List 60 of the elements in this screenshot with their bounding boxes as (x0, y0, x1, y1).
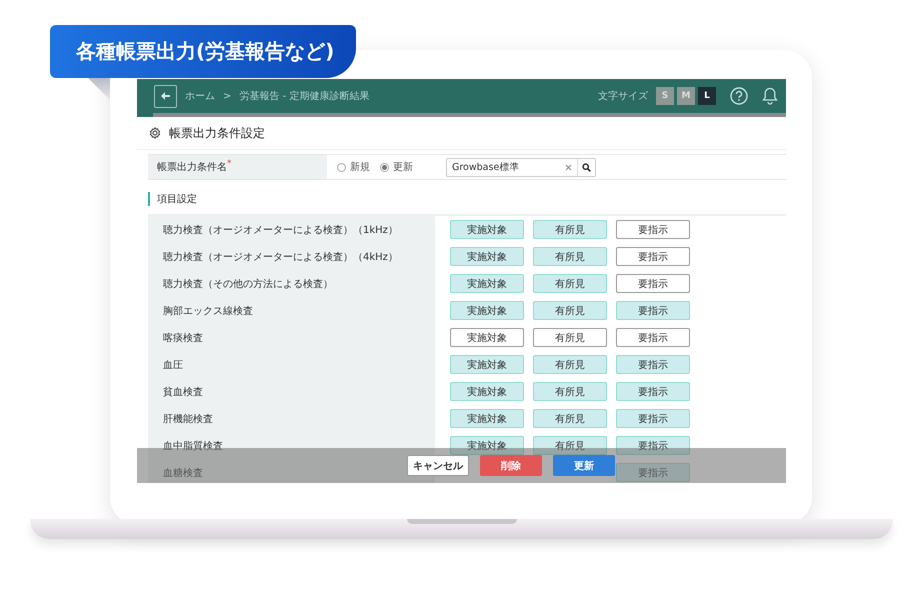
toggle-button[interactable]: 要指示 (616, 301, 690, 320)
item-label: 胸部エックス線検査 (148, 297, 435, 324)
required-mark: * (227, 159, 232, 169)
toggle-button[interactable]: 要指示 (616, 409, 690, 428)
item-label: 聴力検査（オージオメーターによる検査）（1kHz） (148, 216, 435, 243)
settings-icon (149, 127, 161, 139)
toggle-button[interactable]: 実施対象 (450, 220, 524, 239)
radio-option[interactable]: 新規 (337, 160, 370, 174)
update-button[interactable]: 更新 (553, 455, 615, 476)
toggle-button[interactable]: 要指示 (616, 355, 690, 374)
item-label: 肝機能検査 (148, 405, 435, 432)
font-size-label: 文字サイズ (598, 90, 648, 103)
toggle-button[interactable]: 実施対象 (450, 355, 524, 374)
cancel-button[interactable]: キャンセル (407, 455, 469, 476)
toggle-button[interactable]: 要指示 (616, 220, 690, 239)
breadcrumb-separator: > (223, 90, 232, 102)
toggle-button[interactable]: 実施対象 (450, 247, 524, 266)
toggle-button[interactable]: 要指示 (616, 274, 690, 293)
help-icon[interactable] (730, 87, 748, 105)
delete-button[interactable]: 削除 (480, 455, 542, 476)
font-size-button[interactable]: L (698, 87, 716, 105)
toggle-button[interactable]: 要指示 (616, 382, 690, 401)
toggle-button[interactable]: 実施対象 (450, 436, 524, 455)
toggle-button[interactable]: 有所見 (533, 247, 607, 266)
toggle-button[interactable]: 有所見 (533, 436, 607, 455)
toggle-button[interactable]: 実施対象 (450, 301, 524, 320)
toggle-button[interactable]: 実施対象 (450, 274, 524, 293)
search-field[interactable]: Growbase標準 (446, 158, 596, 176)
search-button[interactable] (577, 158, 595, 176)
toggle-button[interactable]: 有所見 (533, 220, 607, 239)
item-label: 血中脂質検査 (148, 432, 435, 459)
toggle-button[interactable]: 実施対象 (450, 409, 524, 428)
item-label: 血圧 (148, 351, 435, 378)
arrow-left-icon (161, 92, 170, 100)
breadcrumb-current: 労基報告 - 定期健康診断結果 (239, 90, 370, 103)
toggle-button[interactable]: 有所見 (533, 301, 607, 320)
toggle-button[interactable]: 実施対象 (450, 328, 524, 347)
close-icon[interactable] (565, 164, 572, 170)
back-button[interactable] (154, 84, 177, 108)
breadcrumb-link[interactable]: ホーム (185, 89, 215, 103)
search-icon (582, 162, 591, 172)
radio-option[interactable]: 更新 (380, 160, 413, 174)
toggle-button[interactable]: 要指示 (616, 436, 690, 455)
toggle-button[interactable]: 有所見 (533, 274, 607, 293)
toggle-button[interactable]: 有所見 (533, 409, 607, 428)
toggle-button[interactable]: 有所見 (533, 382, 607, 401)
field-label: 帳票出力条件名 (157, 160, 227, 174)
toggle-button[interactable]: 有所見 (533, 328, 607, 347)
item-label: 貧血検査 (148, 378, 435, 405)
page-title: 帳票出力条件設定 (169, 124, 265, 142)
bell-icon[interactable] (762, 87, 778, 105)
banner-title: 各種帳票出力(労基報告など) (50, 25, 356, 78)
item-label: 喀痰検査 (148, 324, 435, 351)
toggle-button[interactable]: 有所見 (533, 355, 607, 374)
toggle-button[interactable]: 要指示 (616, 328, 690, 347)
section-title: 項目設定 (148, 192, 786, 206)
item-label: 聴力検査（オージオメーターによる検査）（4kHz） (148, 243, 435, 270)
toggle-button[interactable]: 実施対象 (450, 382, 524, 401)
item-label: 聴力検査（その他の方法による検査） (148, 270, 435, 297)
toggle-button[interactable]: 要指示 (616, 247, 690, 266)
